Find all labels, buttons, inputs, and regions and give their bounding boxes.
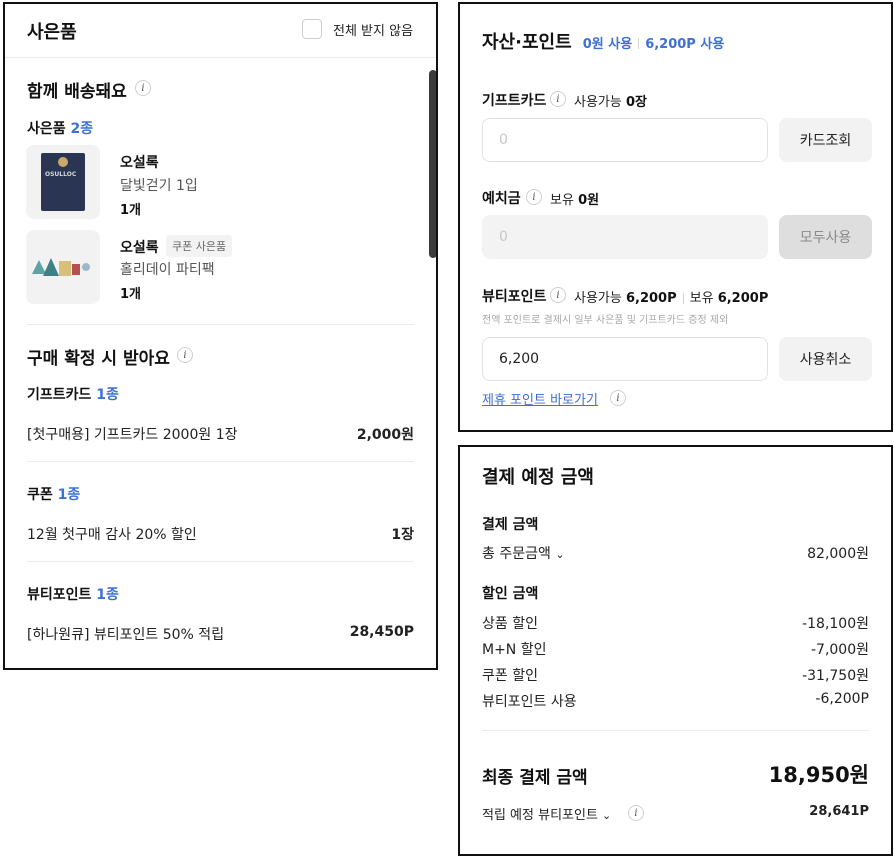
use-all-button[interactable]: 모두사용 <box>779 215 872 259</box>
assets-panel: 자산·포인트 0원 사용 6,200P 사용 기프트카드 i 사용가능 0장 0 … <box>458 2 893 432</box>
discount-value: -6,200P <box>815 691 869 707</box>
total-order-value: 82,000원 <box>807 546 869 562</box>
on-confirm-heading: 구매 확정 시 받아요 <box>27 349 170 369</box>
scrollbar[interactable] <box>429 70 436 258</box>
final-label: 최종 결제 금액 <box>482 768 588 788</box>
divider <box>27 561 414 562</box>
giftcard-item: [첫구매용] 기프트카드 2000원 1장 <box>27 427 238 443</box>
discount-value: -7,000원 <box>810 642 869 658</box>
discount-heading: 할인 금액 <box>482 586 539 602</box>
opt-out-checkbox[interactable] <box>302 19 322 39</box>
assets-header: 자산·포인트 0원 사용 6,200P 사용 <box>482 28 724 54</box>
logo-mark <box>58 157 68 167</box>
beautypoint-note: 전액 포인트로 결제시 일부 사은품 및 기프트카드 증정 제외 <box>482 315 729 326</box>
item-qty: 1개 <box>120 287 142 302</box>
info-icon[interactable]: i <box>550 287 566 303</box>
giftcard-input[interactable]: 0 <box>482 118 768 162</box>
party-pack-image <box>32 258 90 276</box>
cancel-use-button[interactable]: 사용취소 <box>779 337 872 381</box>
info-icon[interactable]: i <box>135 80 151 96</box>
total-order-toggle[interactable]: 총 주문금액 ⌄ <box>482 543 565 563</box>
discount-value: -18,100원 <box>802 616 869 632</box>
chevron-down-icon: ⌄ <box>555 548 565 561</box>
coupon-gift-badge: 쿠폰 사은품 <box>166 235 233 257</box>
giftcard-label: 기프트카드 1종 <box>27 387 119 403</box>
deposit-owned: 보유 0원 <box>550 193 600 208</box>
divider <box>5 57 436 58</box>
item-name: 홀리데이 파티팩 <box>120 262 215 278</box>
gift-title: 사은품 <box>27 22 77 43</box>
info-icon[interactable]: i <box>550 91 566 107</box>
giftcard-value: 2,000원 <box>356 427 414 443</box>
assets-summary-cash: 0원 사용 <box>582 37 633 52</box>
items-count: 2종 <box>70 121 94 137</box>
beauty-value: 28,450P <box>349 624 414 640</box>
items-label: 사은품 2종 <box>27 121 94 137</box>
discount-label: 쿠폰 할인 <box>482 668 538 684</box>
pay-heading: 결제 금액 <box>482 517 539 533</box>
divider <box>482 730 869 731</box>
ship-together-heading: 함께 배송돼요 <box>27 82 127 102</box>
deposit-label: 예치금 <box>482 191 521 207</box>
beautypoint-input[interactable]: 6,200 <box>482 337 768 381</box>
partner-points-link[interactable]: 제휴 포인트 바로가기 <box>482 389 598 408</box>
beauty-label: 뷰티포인트 1종 <box>27 587 119 603</box>
chevron-down-icon: ⌄ <box>602 809 612 822</box>
discount-value: -31,750원 <box>802 668 869 684</box>
product-thumbnail[interactable] <box>26 230 100 304</box>
item-brand: 오설록 <box>120 240 159 256</box>
earn-points-toggle[interactable]: 적립 예정 뷰티포인트 ⌄ <box>482 804 611 823</box>
beauty-item: [하나원큐] 뷰티포인트 50% 적립 <box>27 627 225 643</box>
info-icon[interactable]: i <box>610 390 626 406</box>
final-value: 18,950원 <box>768 763 869 787</box>
gift-panel: 사은품 전체 받지 않음 함께 배송돼요 i 사은품 2종 OSULLOC 오설… <box>3 2 438 670</box>
beautypoint-balance: 사용가능 6,200P 보유 6,200P <box>574 291 769 306</box>
earn-points-value: 28,641P <box>809 804 869 819</box>
card-lookup-button[interactable]: 카드조회 <box>779 118 872 162</box>
product-thumbnail[interactable]: OSULLOC <box>26 145 100 219</box>
coupon-value: 1장 <box>391 527 414 543</box>
info-icon[interactable]: i <box>628 805 644 821</box>
item-name: 달빛걷기 1입 <box>120 178 198 194</box>
payment-title: 결제 예정 금액 <box>482 467 594 488</box>
discount-label: 상품 할인 <box>482 616 538 632</box>
assets-title: 자산·포인트 <box>482 32 572 53</box>
discount-label: M+N 할인 <box>482 642 547 658</box>
info-icon[interactable]: i <box>177 347 193 363</box>
beautypoint-label: 뷰티포인트 <box>482 289 547 305</box>
giftcard-field-label: 기프트카드 <box>482 93 547 109</box>
coupon-item: 12월 첫구매 감사 20% 할인 <box>27 527 197 543</box>
item-brand: 오설록 <box>120 155 159 171</box>
discount-label: 뷰티포인트 사용 <box>482 694 577 710</box>
coupon-label: 쿠폰 1종 <box>27 487 81 503</box>
pouch-brand-text: OSULLOC <box>45 171 77 178</box>
divider <box>27 461 414 462</box>
giftcard-available: 사용가능 0장 <box>574 95 647 110</box>
opt-out-label[interactable]: 전체 받지 않음 <box>333 20 413 39</box>
assets-summary-points: 6,200P 사용 <box>645 37 725 52</box>
payment-panel: 결제 예정 금액 결제 금액 총 주문금액 ⌄ 82,000원 할인 금액 상품… <box>458 445 893 856</box>
deposit-input[interactable]: 0 <box>482 215 768 259</box>
info-icon[interactable]: i <box>526 189 542 205</box>
divider <box>27 324 414 325</box>
item-qty: 1개 <box>120 203 142 218</box>
